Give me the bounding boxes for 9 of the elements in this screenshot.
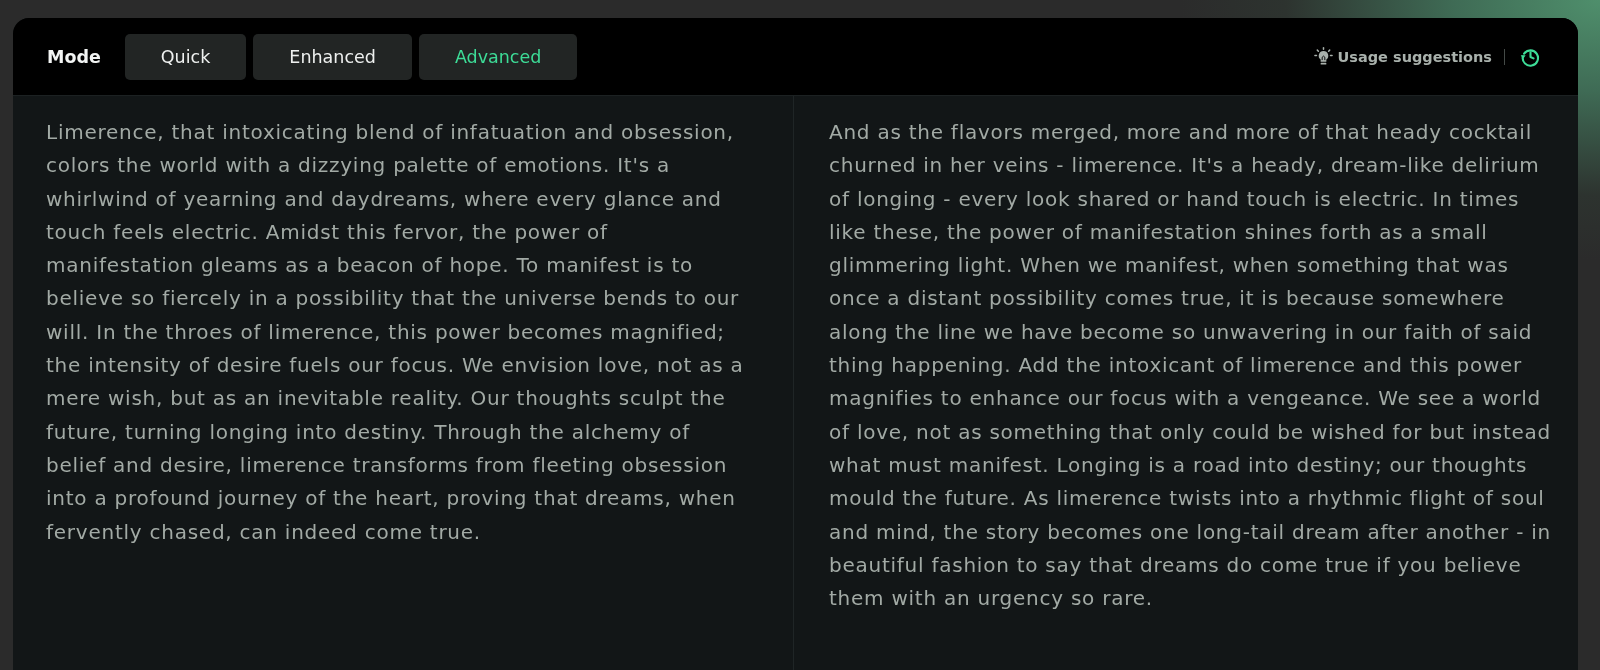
lightbulb-icon <box>1313 47 1333 66</box>
mode-label: Mode <box>47 46 101 67</box>
paragraph-text: Limerence, that intoxicating blend of infatuation and obsession, colors the world with a dizzying palette of emotions. It's a whirlwind of yearning and daydreams, where every glance and touch feels electric. Amidst this fervor, the power of manifestation gleams as a beacon of hope. To manifest is to believe so fiercely in a possibility that the universe bends to our will. In the throes of limerence, this power becomes magnified; the intensity of desire fuels our focus. We envision love, not as a mere wish, but as an inevitable reality. Our thoughts sculpt the future, turning longing into destiny. Through the alchemy of belief and desire, limerence transforms from fleeting obsession into a profound journey of the heart, proving that dreams, when fervently chased, can indeed come true. <box>46 119 745 546</box>
mode-tab[interactable]: Quick <box>124 33 247 80</box>
mode-tab[interactable]: Enhanced <box>253 33 412 80</box>
history-icon[interactable] <box>1520 46 1541 67</box>
usage-suggestions-link[interactable]: Usage suggestions <box>1313 47 1492 66</box>
mode-tab[interactable]: Advanced <box>418 33 578 80</box>
paragraph-text: And as the flavors merged, more and more of that heady cocktail churned in her veins - limerence. It's a heady, dream-like delirium of longing - every look shared or hand touch is electric. In times like these, the power of manifestation shines forth as a small glimmering light. When we manifest, when something that was once a distant possibility comes true, it is because somewhere along the line we have become so unwavering in our faith of said thing happening. Add the intoxicant of limerence and this power magnifies to enhance our focus with a vengeance. We see a world of love, not as something that only could be wished for but instead what must manifest. Longing is a road into destiny; our thoughts mould the future. As limerence twists into a rhythmic flight of soul and mind, the story becomes one long-tail dream after another - in beautiful fashion to say that dreams do come true if you believe them with an urgency so rare. <box>829 119 1552 613</box>
